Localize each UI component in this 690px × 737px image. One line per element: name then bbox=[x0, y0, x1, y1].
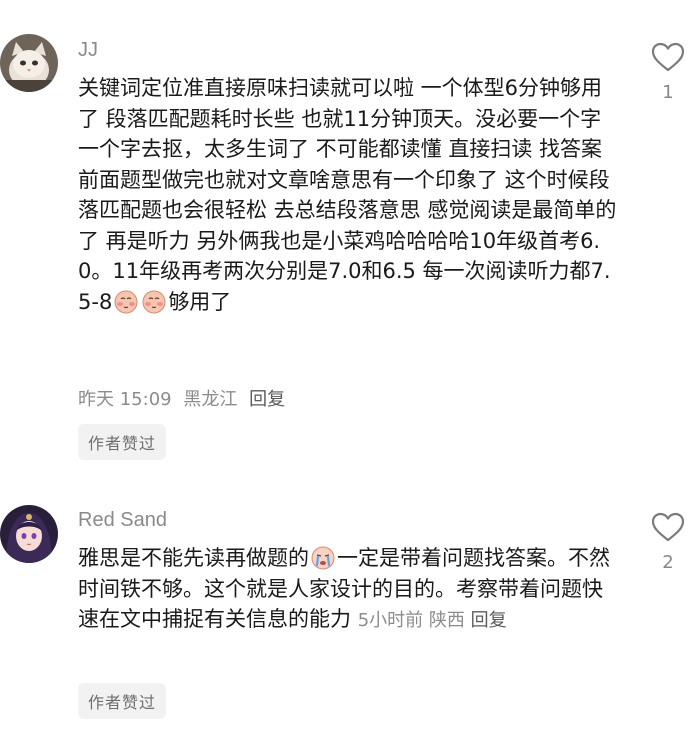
crying-face-emoji bbox=[311, 546, 335, 570]
anime-girl-avatar-icon bbox=[0, 505, 58, 563]
comment-text: 关键词定位准直接原味扫读就可以啦 一个体型6分钟够用了 段落匹配题耗时长些 也就… bbox=[78, 73, 618, 317]
like-button[interactable]: 1 bbox=[648, 42, 688, 103]
comment-text-part: 雅思是不能先读再做题的 bbox=[78, 546, 309, 570]
reply-button[interactable]: 回复 bbox=[471, 610, 507, 631]
blush-face-emoji bbox=[142, 290, 166, 313]
comment-meta: 昨天 15:09 黑龙江 回复 bbox=[78, 385, 291, 411]
blush-face-emoji bbox=[114, 290, 138, 313]
comment-text-part: 够用了 bbox=[168, 289, 232, 314]
comment-meta: 5小时前 陕西 回复 bbox=[358, 610, 507, 631]
heart-outline-icon[interactable] bbox=[651, 512, 685, 542]
cat-avatar-icon bbox=[0, 34, 58, 92]
comment-text-part: 关键词定位准直接原味扫读就可以啦 一个体型6分钟够用了 段落匹配题耗时长些 也就… bbox=[78, 76, 617, 314]
like-button[interactable]: 2 bbox=[648, 512, 688, 573]
heart-outline-icon[interactable] bbox=[651, 42, 685, 72]
timestamp: 昨天 15:09 bbox=[78, 389, 172, 410]
location: 黑龙江 bbox=[183, 389, 238, 410]
location: 陕西 bbox=[428, 610, 465, 631]
comment-text: 雅思是不能先读再做题的 一定是带着问题找答案。不然时间铁不够。这个就是人家设计的… bbox=[78, 543, 618, 637]
author-liked-badge: 作者赞过 bbox=[78, 424, 167, 460]
username[interactable]: JJ bbox=[78, 39, 98, 62]
reply-button[interactable]: 回复 bbox=[249, 389, 285, 410]
like-count: 1 bbox=[662, 82, 674, 103]
like-count: 2 bbox=[662, 552, 674, 573]
username[interactable]: Red Sand bbox=[78, 509, 167, 532]
timestamp: 5小时前 bbox=[357, 610, 424, 631]
author-liked-badge: 作者赞过 bbox=[78, 683, 167, 719]
avatar[interactable] bbox=[0, 34, 58, 92]
avatar[interactable] bbox=[0, 505, 58, 563]
